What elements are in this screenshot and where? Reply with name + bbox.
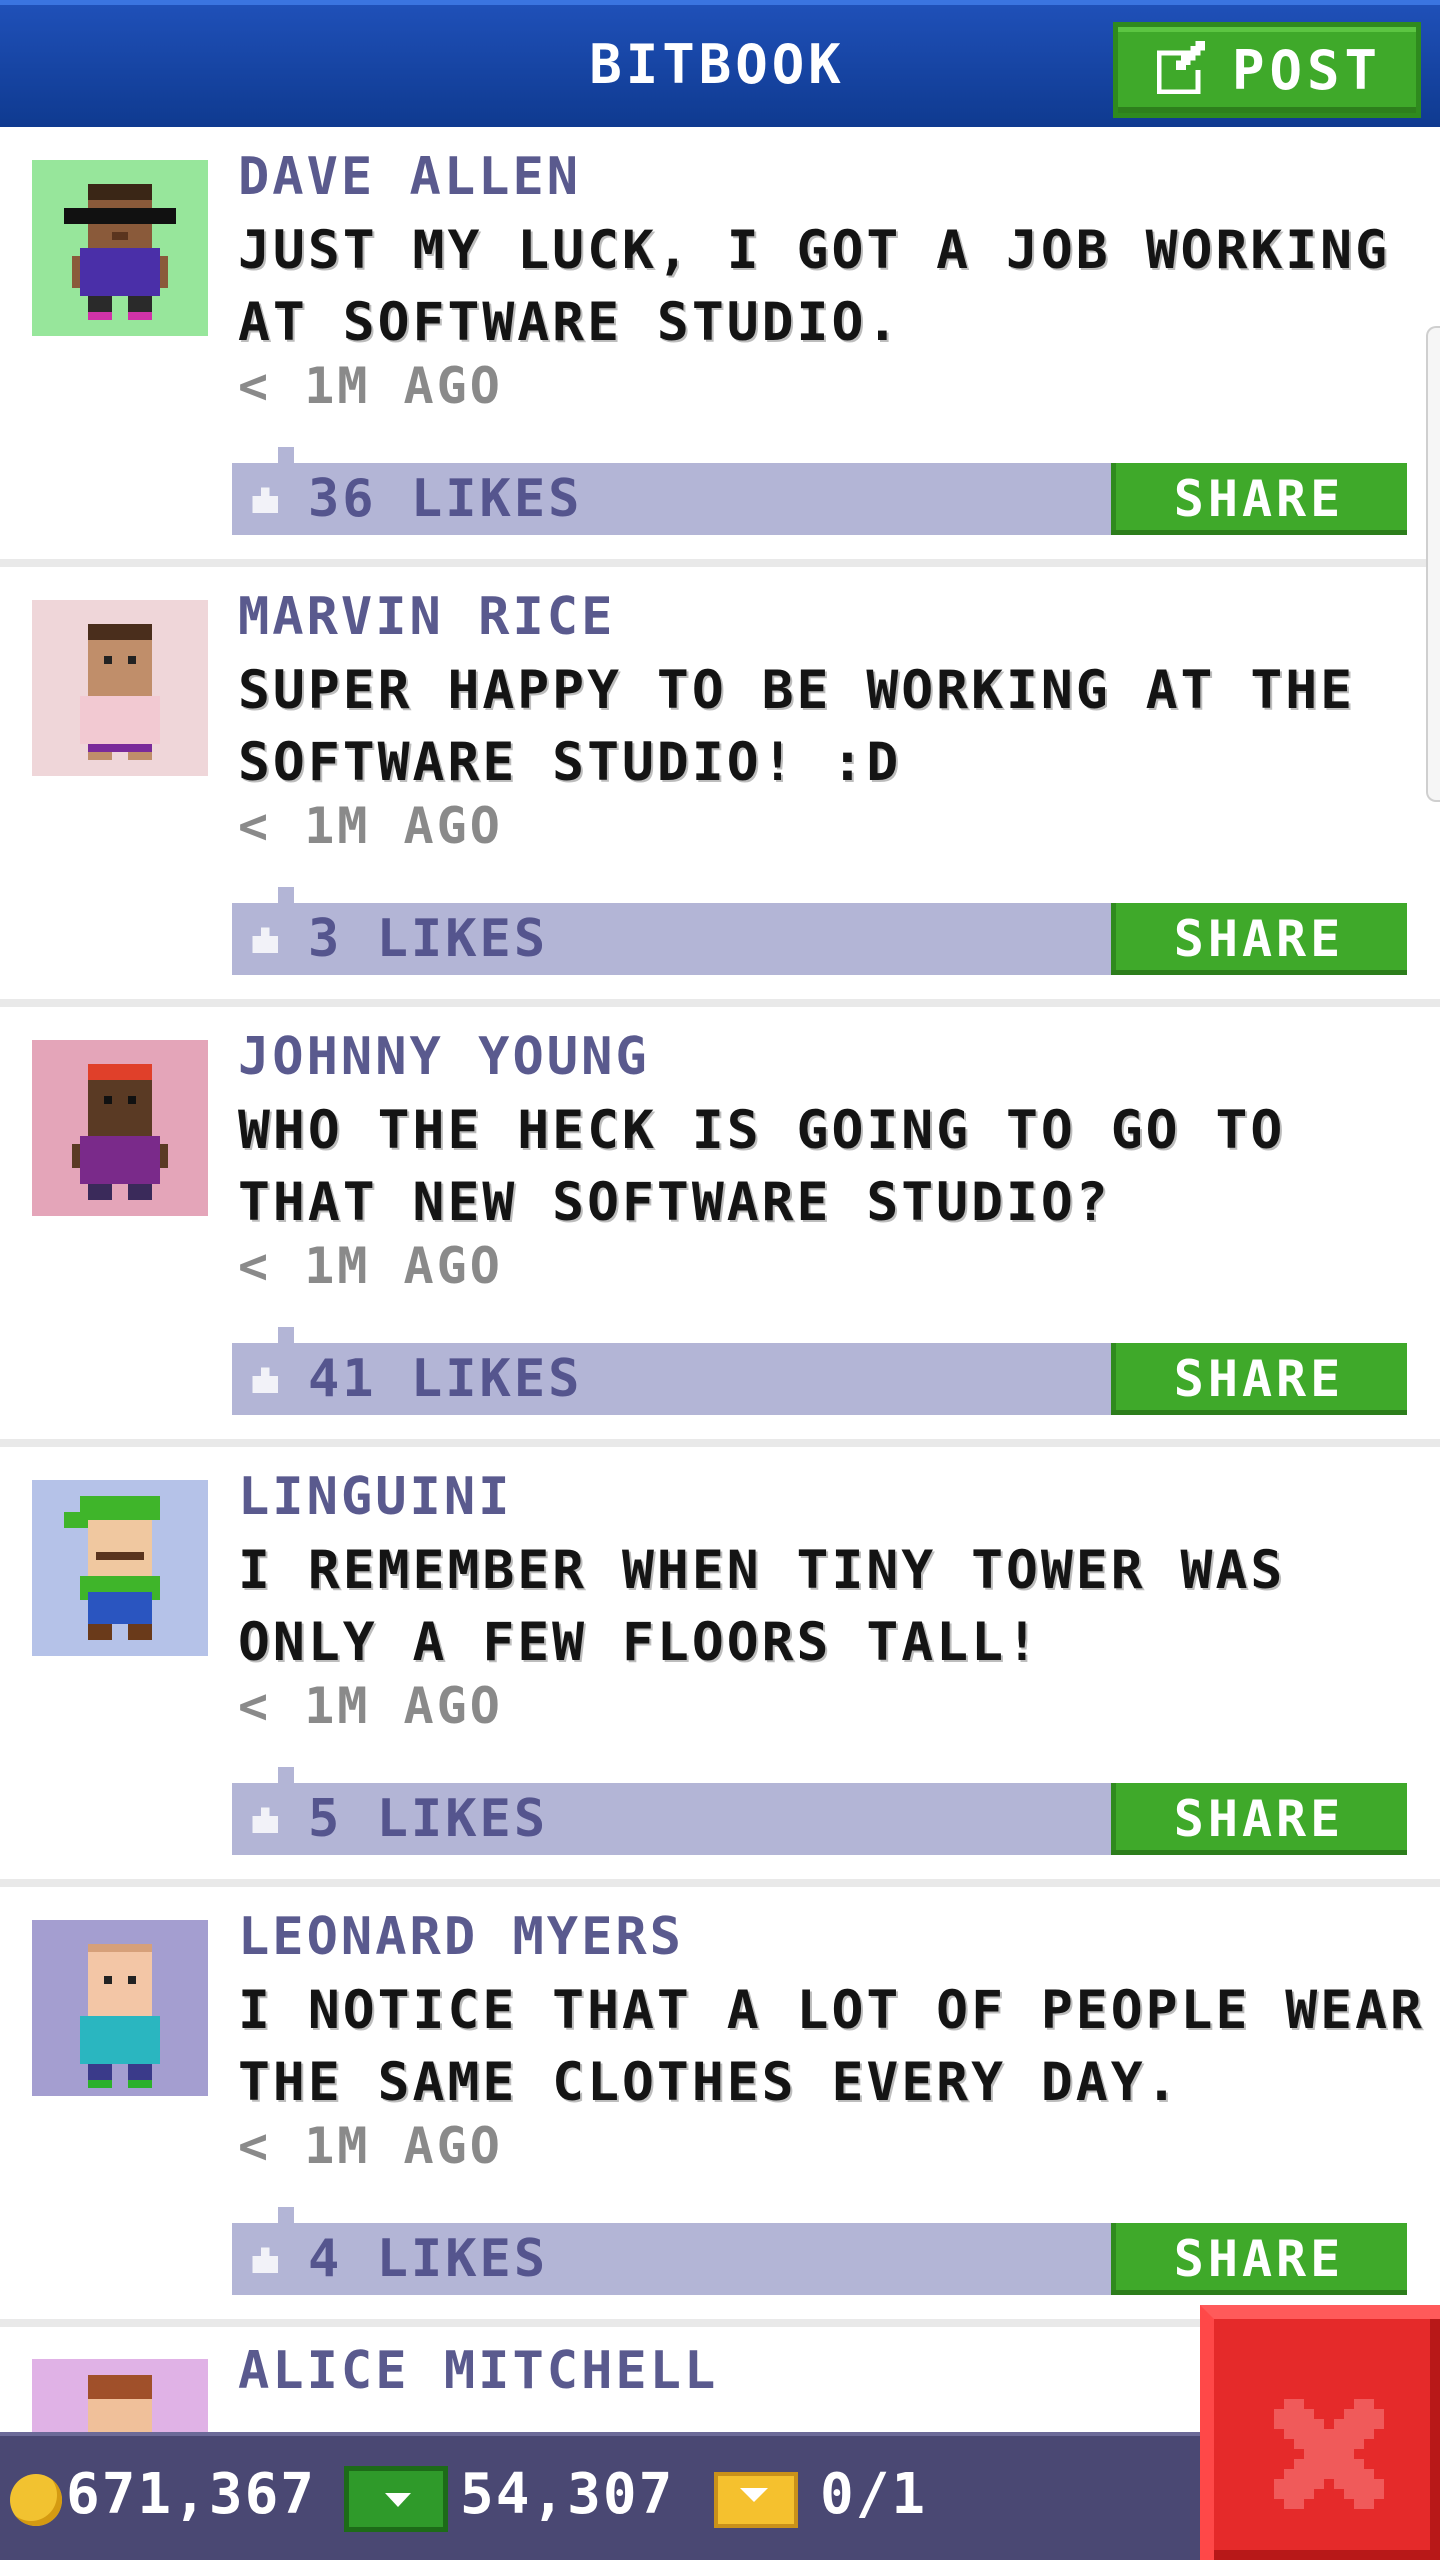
thumbs-up-icon[interactable]	[248, 1803, 282, 1837]
post-divider	[0, 999, 1440, 1007]
share-button[interactable]: SHARE	[1111, 463, 1407, 535]
post-message: I REMEMBER WHEN TINY TOWER WAS ONLY A FE…	[238, 1540, 1286, 1673]
likes-count: 36 LIKES	[308, 469, 583, 529]
post-divider	[0, 1439, 1440, 1447]
likes-count: 4 LIKES	[308, 2229, 549, 2289]
likes-count: 3 LIKES	[308, 909, 549, 969]
post-author[interactable]: LEONARD MYERS	[238, 1907, 684, 1967]
post-timestamp: < 1M AGO	[238, 797, 503, 855]
post-author[interactable]: LINGUINI	[238, 1467, 512, 1527]
close-button[interactable]	[1200, 2305, 1440, 2560]
likes-bar: 4 LIKES SHARE	[232, 2223, 1407, 2295]
avatar	[32, 1480, 208, 1656]
post-divider	[0, 559, 1440, 567]
feed-post: JOHNNY YOUNG WHO THE HECK IS GOING TO GO…	[0, 1007, 1440, 1447]
likes-count: 5 LIKES	[308, 1789, 549, 1849]
post-timestamp: < 1M AGO	[238, 2117, 503, 2175]
tickets-count: 0/1	[820, 2462, 928, 2527]
app-header: BITBOOK POST	[0, 0, 1440, 127]
feed-post: MARVIN RICE SUPER HAPPY TO BE WORKING AT…	[0, 567, 1440, 1007]
post-timestamp: < 1M AGO	[238, 1237, 503, 1295]
coin-icon	[10, 2474, 62, 2526]
post-author[interactable]: MARVIN RICE	[238, 587, 615, 647]
compose-icon	[1156, 41, 1206, 95]
ticket-icon	[714, 2472, 798, 2528]
feed-post: DAVE ALLEN JUST MY LUCK, I GOT A JOB WOR…	[0, 127, 1440, 567]
avatar	[32, 1920, 208, 2096]
coins-count: 671,367	[66, 2462, 317, 2527]
share-button[interactable]: SHARE	[1111, 1343, 1407, 1415]
likes-bar: 5 LIKES SHARE	[232, 1783, 1407, 1855]
bux-icon	[344, 2466, 448, 2532]
avatar	[32, 160, 208, 336]
avatar	[32, 1040, 208, 1216]
thumbs-up-icon[interactable]	[248, 2243, 282, 2277]
post-message: WHO THE HECK IS GOING TO GO TO THAT NEW …	[238, 1100, 1286, 1233]
post-timestamp: < 1M AGO	[238, 357, 503, 415]
thumbs-up-icon[interactable]	[248, 483, 282, 517]
share-button[interactable]: SHARE	[1111, 2223, 1407, 2295]
share-button[interactable]: SHARE	[1111, 903, 1407, 975]
post-author[interactable]: ALICE MITCHELL	[238, 2341, 718, 2401]
post-timestamp: < 1M AGO	[238, 1677, 503, 1735]
likes-bar: 36 LIKES SHARE	[232, 463, 1407, 535]
likes-bar: 41 LIKES SHARE	[232, 1343, 1407, 1415]
bux-count: 54,307	[460, 2462, 675, 2527]
post-author[interactable]: JOHNNY YOUNG	[238, 1027, 650, 1087]
share-button[interactable]: SHARE	[1111, 1783, 1407, 1855]
feed-post: LEONARD MYERS I NOTICE THAT A LOT OF PEO…	[0, 1887, 1440, 2327]
post-author[interactable]: DAVE ALLEN	[238, 147, 581, 207]
post-button-label: POST	[1232, 38, 1383, 102]
thumbs-up-icon[interactable]	[248, 923, 282, 957]
post-message: JUST MY LUCK, I GOT A JOB WORKING AT SOF…	[238, 220, 1390, 353]
close-icon	[1274, 2399, 1384, 2509]
likes-count: 41 LIKES	[308, 1349, 583, 1409]
post-divider	[0, 1879, 1440, 1887]
feed-post: LINGUINI I REMEMBER WHEN TINY TOWER WAS …	[0, 1447, 1440, 1887]
avatar	[32, 600, 208, 776]
post-message: SUPER HAPPY TO BE WORKING AT THE SOFTWAR…	[238, 660, 1356, 793]
likes-bar: 3 LIKES SHARE	[232, 903, 1407, 975]
post-message: I NOTICE THAT A LOT OF PEOPLE WEAR THE S…	[238, 1980, 1425, 2113]
post-button[interactable]: POST	[1113, 22, 1421, 118]
thumbs-up-icon[interactable]	[248, 1363, 282, 1397]
avatar	[32, 2359, 208, 2432]
scrollbar[interactable]	[1426, 326, 1440, 802]
